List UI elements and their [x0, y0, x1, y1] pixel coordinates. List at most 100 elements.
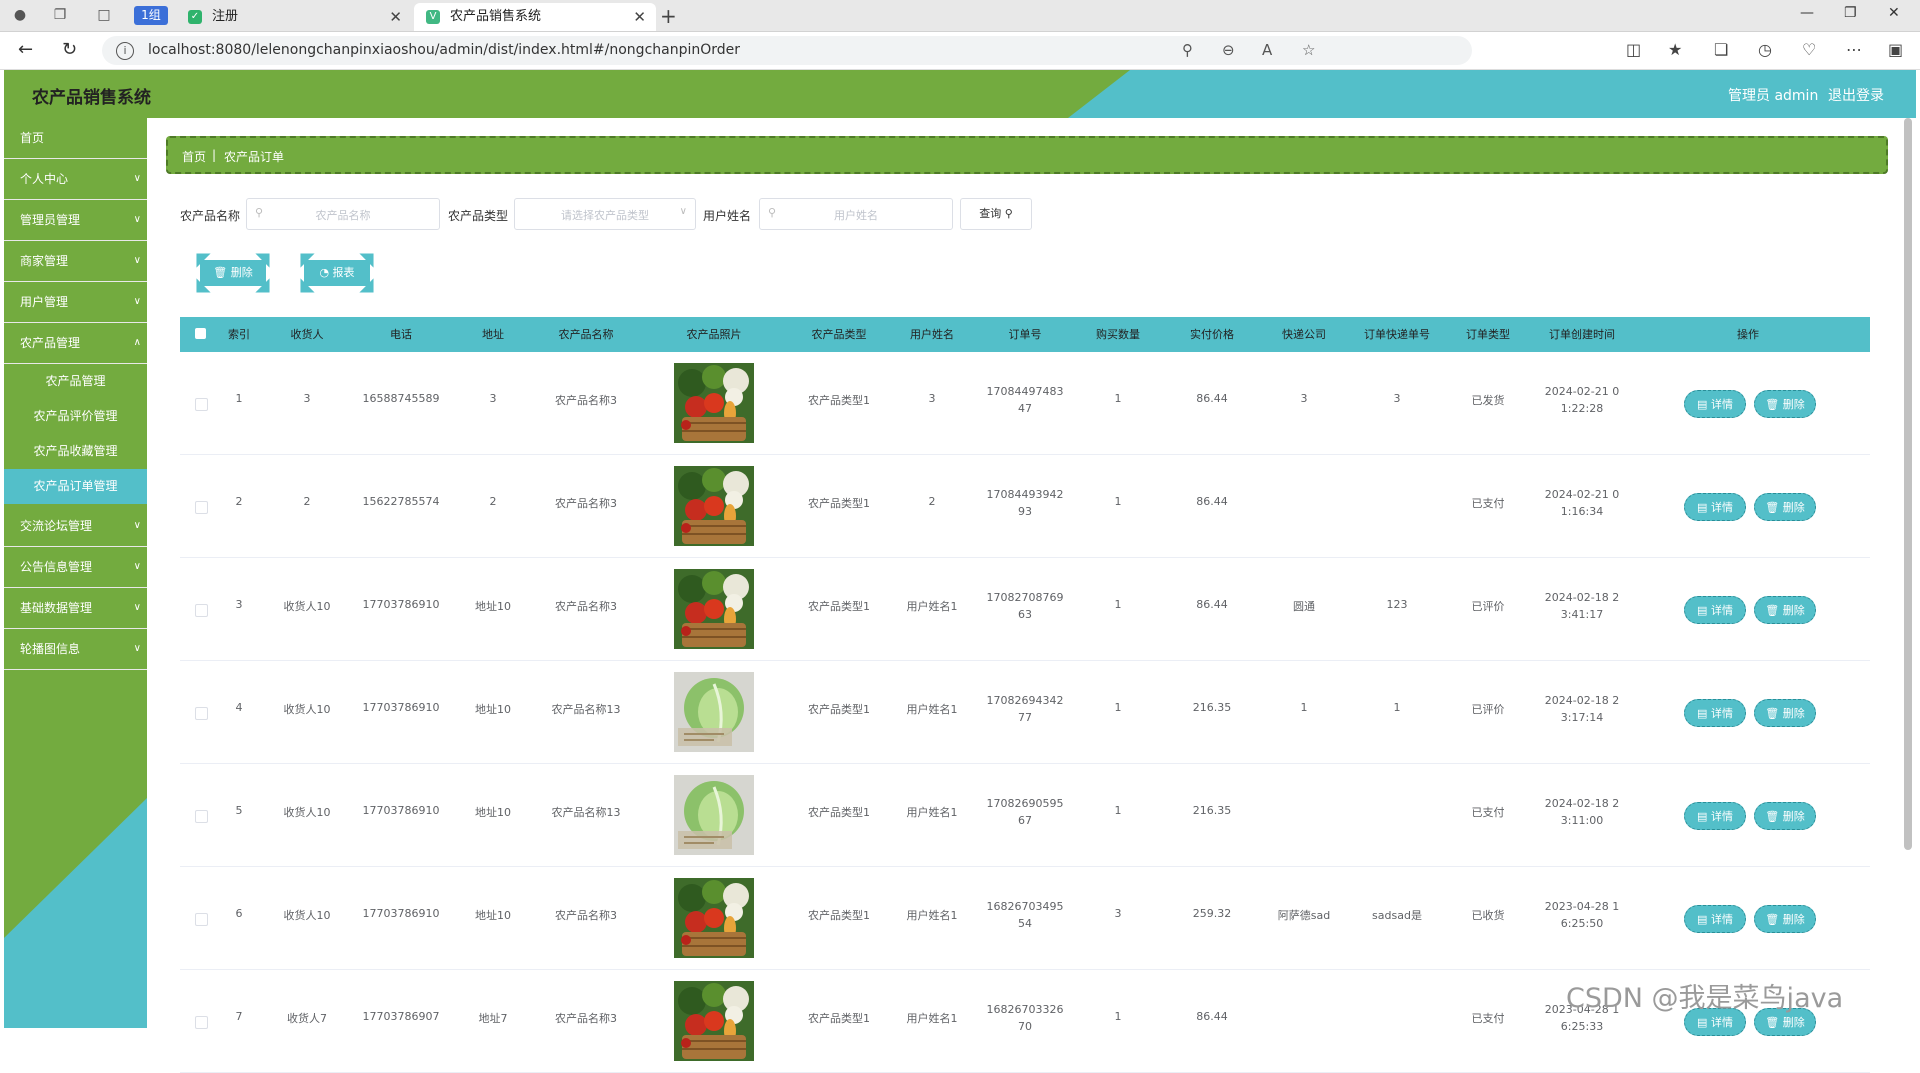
pie-chart-icon: ◔	[319, 266, 330, 279]
button-label: 删除	[1782, 707, 1805, 720]
cell-created-time: 2024-02-18 2 3:17:14	[1545, 692, 1619, 726]
time-line: 1:16:34	[1560, 505, 1604, 518]
url-field[interactable]: i localhost:8080/lelenongchanpinxiaoshou…	[102, 36, 1472, 65]
favorites-icon[interactable]: ★	[1668, 40, 1682, 59]
column-header: 农产品名称	[558, 328, 614, 341]
cell-ptype: 农产品类型1	[808, 703, 870, 716]
product-photo[interactable]	[674, 672, 754, 752]
sidebar-toggle-icon[interactable]: ▣	[1888, 40, 1903, 59]
window-close-icon[interactable]: ✕	[1888, 5, 1900, 21]
product-photo[interactable]	[674, 363, 754, 443]
sidebar-item-personal[interactable]: 个人中心 ∨	[4, 159, 147, 200]
tab-actions-icon[interactable]: □	[94, 5, 114, 25]
favorite-star-icon[interactable]: ☆	[1302, 41, 1315, 59]
report-button[interactable]: ◔ 报表	[293, 246, 381, 300]
sidebar-item-basedata[interactable]: 基础数据管理 ∨	[4, 588, 147, 629]
sidebar-item-forum[interactable]: 交流论坛管理 ∨	[4, 506, 147, 547]
restore-icon[interactable]: ❐	[1844, 5, 1857, 21]
select-all-checkbox[interactable]	[195, 328, 206, 339]
site-info-icon[interactable]: i	[116, 42, 134, 60]
zoom-icon[interactable]: ⊖	[1222, 41, 1235, 59]
tab-group-chip[interactable]: 1组	[134, 6, 168, 25]
row-checkbox[interactable]	[195, 604, 208, 617]
product-photo[interactable]	[674, 878, 754, 958]
delete-button[interactable]: 🗑 删除	[1754, 699, 1816, 727]
collections-icon[interactable]: ❏	[1714, 40, 1728, 59]
submenu-product-manage[interactable]: 农产品管理	[4, 364, 147, 399]
new-tab-icon[interactable]: +	[660, 4, 677, 28]
row-checkbox[interactable]	[195, 1016, 208, 1029]
row-checkbox[interactable]	[195, 501, 208, 514]
logout-link[interactable]: 退出登录	[1828, 85, 1884, 105]
product-photo[interactable]	[674, 569, 754, 649]
submenu-product-favorite[interactable]: 农产品收藏管理	[4, 434, 147, 469]
browser-tab-active[interactable]: V 农产品销售系统 ✕	[414, 3, 656, 31]
back-icon[interactable]: ←	[18, 39, 33, 60]
sidebar-item-carousel[interactable]: 轮播图信息 ∨	[4, 629, 147, 670]
cell-addr: 地址10	[475, 600, 511, 613]
refresh-icon[interactable]: ↻	[62, 39, 77, 60]
delete-button[interactable]: 🗑 删除	[1754, 390, 1816, 418]
document-icon: ▤	[1697, 398, 1708, 411]
cell-order-no: 17082694342 77	[987, 692, 1064, 726]
row-checkbox[interactable]	[195, 398, 208, 411]
history-icon[interactable]: ◷	[1758, 40, 1772, 59]
product-photo[interactable]	[674, 466, 754, 546]
detail-button[interactable]: ▤ 详情	[1684, 390, 1746, 418]
delete-button[interactable]: 🗑 删除	[1754, 596, 1816, 624]
split-screen-icon[interactable]: ◫	[1626, 40, 1641, 59]
close-tab-icon[interactable]: ✕	[389, 3, 402, 31]
delete-button[interactable]: 🗑 删除	[1754, 493, 1816, 521]
product-photo[interactable]	[674, 775, 754, 855]
sidebar-item-merchant[interactable]: 商家管理 ∨	[4, 241, 147, 282]
detail-button[interactable]: ▤ 详情	[1684, 802, 1746, 830]
cell-price: 86.44	[1196, 598, 1228, 611]
sidebar-item-notice[interactable]: 公告信息管理 ∨	[4, 547, 147, 588]
browser-tab-register[interactable]: ✓ 注册 ✕	[176, 3, 412, 31]
sidebar-item-products[interactable]: 农产品管理 ∧	[4, 323, 147, 364]
user-name-input[interactable]: ⚲ 用户姓名	[759, 198, 953, 230]
cell-pname: 农产品名称13	[551, 703, 621, 716]
product-photo[interactable]	[674, 981, 754, 1061]
submenu-product-order[interactable]: 农产品订单管理	[4, 469, 147, 504]
read-aloud-icon[interactable]: A	[1262, 41, 1272, 59]
detail-button[interactable]: ▤ 详情	[1684, 699, 1746, 727]
page-scrollbar[interactable]	[1904, 118, 1912, 850]
delete-button[interactable]: 🗑 删除	[1754, 802, 1816, 830]
document-icon: ▤	[1697, 501, 1708, 514]
product-name-input[interactable]: ⚲ 农产品名称	[246, 198, 440, 230]
row-checkbox[interactable]	[195, 810, 208, 823]
cell-qty: 1	[1114, 495, 1122, 508]
submenu-product-review[interactable]: 农产品评价管理	[4, 399, 147, 434]
collections-icon[interactable]: ❐	[50, 5, 70, 25]
sidebar-item-admin[interactable]: 管理员管理 ∨	[4, 200, 147, 241]
sidebar-item-users[interactable]: 用户管理 ∨	[4, 282, 147, 323]
profile-icon[interactable]: ●	[10, 5, 30, 25]
batch-delete-button[interactable]: 🗑 删除	[189, 246, 277, 300]
query-button[interactable]: 查询 ⚲	[960, 198, 1032, 230]
minimize-icon[interactable]: —	[1800, 5, 1814, 21]
breadcrumb-home[interactable]: 首页	[182, 148, 206, 165]
button-label: 详情	[1710, 1016, 1733, 1029]
product-type-select[interactable]: 请选择农产品类型 ∨	[514, 198, 696, 230]
time-line: 2024-02-21 0	[1544, 488, 1620, 501]
cell-addr: 2	[489, 495, 497, 508]
detail-button[interactable]: ▤ 详情	[1684, 596, 1746, 624]
browser-essentials-icon[interactable]: ♡	[1802, 40, 1816, 59]
detail-button[interactable]: ▤ 详情	[1684, 493, 1746, 521]
cell-tracking: sadsad是	[1372, 909, 1422, 922]
close-tab-icon[interactable]: ✕	[633, 3, 646, 31]
row-checkbox[interactable]	[195, 707, 208, 720]
row-checkbox[interactable]	[195, 913, 208, 926]
more-menu-icon[interactable]: ⋯	[1846, 40, 1862, 59]
sidebar-item-home[interactable]: 首页	[4, 118, 147, 159]
key-icon[interactable]: ⚲	[1182, 41, 1193, 59]
button-decoration	[189, 246, 211, 268]
sidebar: 首页 个人中心 ∨ 管理员管理 ∨ 商家管理 ∨ 用户管理 ∨ 农产品管理 ∧ 农产品管理…	[4, 118, 147, 1028]
trash-icon: 🗑	[213, 266, 228, 279]
time-line: 3:41:17	[1560, 608, 1604, 621]
cell-courier: 3	[1300, 392, 1308, 405]
delete-button[interactable]: 🗑 删除	[1754, 905, 1816, 933]
app-header: 农产品销售系统 管理员 admin 退出登录	[4, 70, 1916, 118]
detail-button[interactable]: ▤ 详情	[1684, 905, 1746, 933]
